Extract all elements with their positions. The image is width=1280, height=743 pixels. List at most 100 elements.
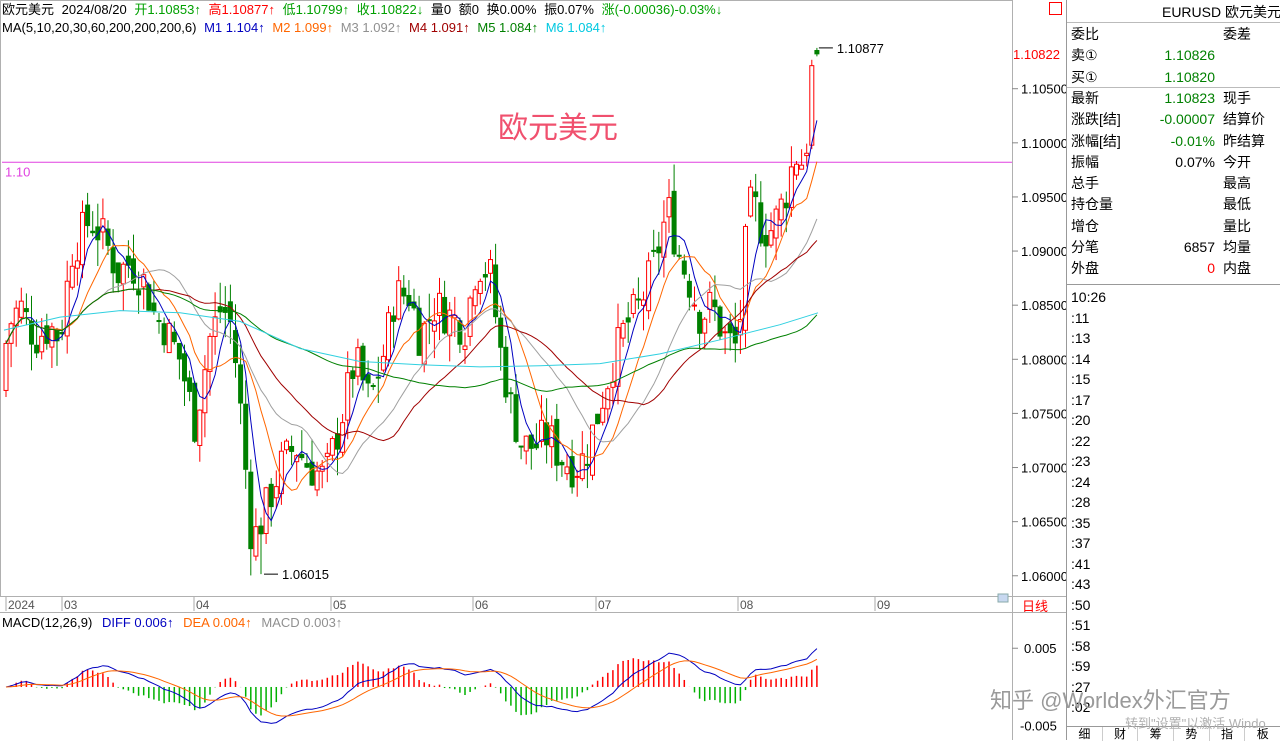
tick-time: :14 — [1071, 350, 1091, 367]
candle-body — [625, 317, 631, 323]
candle-body — [416, 307, 422, 356]
panel-tab[interactable]: 细 — [1067, 727, 1103, 741]
candle-body — [799, 164, 805, 170]
candle-body — [289, 445, 295, 452]
candle-body — [447, 309, 453, 337]
change-value: 涨(-0.00036)-0.03%↓ — [601, 2, 723, 17]
period-button[interactable]: 日线 — [1022, 596, 1048, 615]
macd-legend: MACD(12,26,9) DIFF 0.006↑ DEA 0.004↑ MAC… — [2, 615, 348, 631]
quote-header: 欧元美元 2024/08/20 开1.10853↑ 高1.10877↑ 低1.1… — [2, 2, 726, 18]
turnover-value: 换0.00% — [486, 2, 537, 17]
candle-body — [370, 384, 376, 387]
candle-body — [34, 344, 40, 354]
panel-row-right-label: 委差 — [1223, 26, 1251, 42]
candle-body — [85, 204, 91, 227]
panel-row-value: 6857 — [1183, 239, 1215, 255]
panel-row-value: 1.10826 — [1164, 47, 1215, 64]
candle-body — [635, 298, 641, 301]
panel-row-value: 0.07% — [1175, 153, 1215, 170]
candle-body — [284, 440, 289, 451]
quote-panel: EURUSD 欧元美元 委比 委差 卖① 1.10826 买① 1.10820 最新 1.10… — [1066, 0, 1280, 741]
time-tick-label: 06 — [475, 598, 489, 612]
candle-body — [804, 152, 810, 157]
candle-body — [498, 317, 504, 348]
candle-body — [488, 259, 493, 274]
candle-body — [539, 419, 544, 442]
panel-title: EURUSD 欧元美元 — [1067, 2, 1280, 23]
candle-body — [477, 280, 483, 294]
candle-body — [702, 318, 708, 334]
ma30-line — [5, 240, 818, 442]
macd-diff-line — [5, 648, 818, 724]
time-tick-label: 03 — [64, 598, 78, 612]
reference-line-label: 1.10 — [5, 164, 30, 179]
candle-body — [29, 320, 34, 345]
panel-row: 外盘 0 内盘 — [1071, 258, 1279, 279]
panel-row-label: 委比 — [1071, 26, 1099, 42]
candle-body — [513, 394, 519, 442]
candle-body — [692, 304, 697, 307]
candle-body — [365, 374, 371, 384]
candle-body — [778, 198, 784, 221]
candle-body — [712, 299, 718, 308]
chart-watermark: 欧元美元 — [498, 112, 618, 145]
candle-body — [268, 483, 274, 508]
tick-time-list[interactable]: 10:26:11:13:14:15:17:20:22:23:24:28:35:3… — [1071, 287, 1131, 718]
candle-body — [115, 262, 121, 284]
candle-body — [579, 453, 585, 480]
price-tick-label: 1.10500 — [1021, 82, 1066, 97]
candle-body — [329, 438, 335, 456]
tick-time: :41 — [1071, 555, 1091, 572]
candle-body — [503, 346, 509, 398]
candle-body — [559, 461, 565, 466]
candle-body — [80, 211, 85, 266]
candle-body — [508, 392, 514, 395]
candle-body — [391, 315, 397, 322]
candle-body — [676, 254, 682, 257]
panel-row: 买① 1.10820 — [1071, 67, 1279, 88]
panel-row-value: -0.00007 — [1159, 111, 1215, 128]
macd-dea-line — [5, 658, 818, 717]
candle-body — [212, 316, 218, 337]
candle-body — [421, 322, 427, 365]
panel-row-right-label: 最低 — [1223, 196, 1251, 213]
candle-body — [222, 306, 228, 313]
candle-body — [814, 49, 820, 55]
panel-row-right-label: 内盘 — [1223, 260, 1251, 277]
candle-body — [794, 163, 799, 176]
panel-row-label: 买① — [1071, 68, 1098, 85]
candle-body — [202, 369, 208, 414]
tick-time: :35 — [1071, 514, 1091, 531]
candle-body — [360, 345, 366, 381]
panel-row: 委比 委差 — [1071, 24, 1279, 45]
candle-body — [90, 230, 96, 234]
price-tick-label: 1.09500 — [1021, 190, 1066, 205]
candle-body — [156, 320, 162, 323]
quote-date: 2024/08/20 — [61, 2, 127, 17]
panel-row: 振幅 0.07% 今开 — [1071, 152, 1279, 173]
panel-row-right-label: 昨结算 — [1223, 132, 1265, 149]
window-toggle-icon[interactable] — [1049, 2, 1062, 15]
instrument-name: 欧元美元 — [2, 2, 55, 17]
panel-divider — [1067, 284, 1280, 285]
tick-time: :37 — [1071, 535, 1091, 551]
panel-row: 最新 1.10823 现手 — [1071, 88, 1279, 109]
panel-row-label: 持仓量 — [1071, 196, 1113, 213]
tick-time: :13 — [1071, 330, 1091, 346]
candle-body — [651, 249, 657, 252]
price-tick-label: 1.07000 — [1021, 461, 1066, 476]
candle-body — [120, 263, 126, 285]
candle-body — [620, 322, 626, 339]
candle-body — [656, 246, 662, 254]
candle-body — [462, 345, 468, 350]
macd-tick-label: -0.005 — [1020, 719, 1057, 734]
ma-m2: M2 1.099↑ — [272, 20, 334, 35]
candle-body — [243, 403, 249, 470]
candle-body — [564, 466, 570, 475]
candle-body — [197, 409, 203, 446]
candles — [3, 47, 820, 576]
time-tick-label: 07 — [598, 598, 612, 612]
candle-body — [544, 422, 550, 446]
panel-row-label: 增仓 — [1071, 217, 1099, 234]
panel-row-label: 涨幅[结] — [1071, 132, 1121, 149]
